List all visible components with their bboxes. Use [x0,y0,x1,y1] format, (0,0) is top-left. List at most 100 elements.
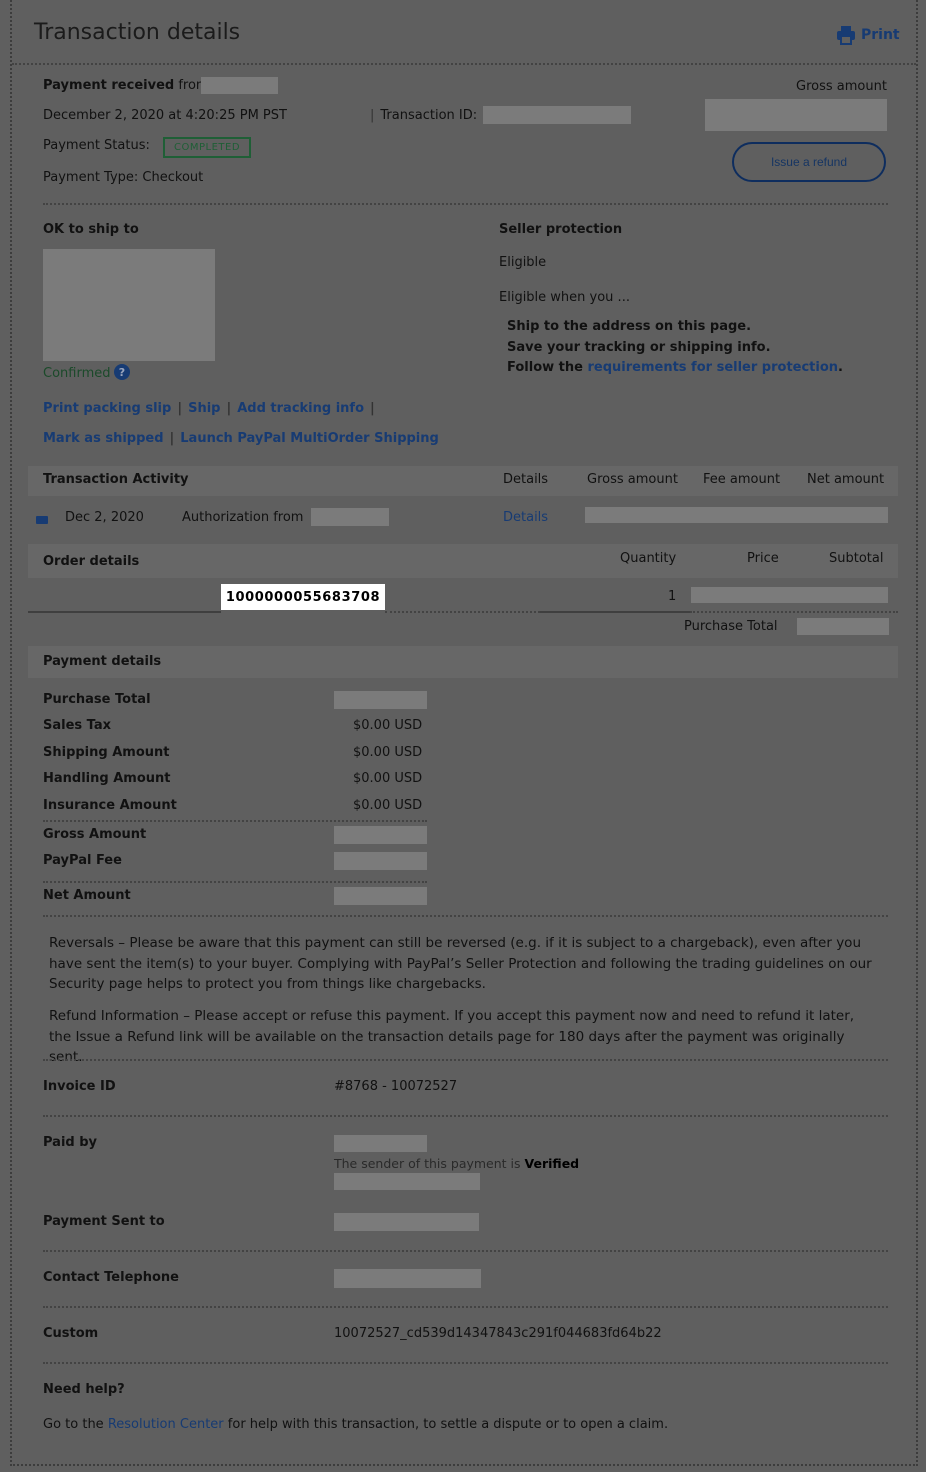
help-text: Go to the Resolution Center for help wit… [43,1417,669,1432]
redacted-pd-net [334,887,427,905]
shipping-actions-row2: Mark as shipped | Launch PayPal MultiOrder… [43,431,439,446]
redacted-activity-amounts [585,507,888,523]
pd-label-insurance: Insurance Amount [43,798,177,813]
payment-status-label: Payment Status: [43,138,150,153]
pd-label-paypal-fee: PayPal Fee [43,853,122,868]
mark-as-shipped-link[interactable]: Mark as shipped [43,431,164,446]
activity-col-net: Net amount [807,472,885,487]
seller-protection-intro: Eligible when you ... [499,290,630,305]
print-packing-slip-link[interactable]: Print packing slip [43,401,171,416]
payment-date: December 2, 2020 at 4:20:25 PM PST [43,108,287,123]
expand-row-icon[interactable] [36,516,48,524]
sent-to-divider [43,1250,888,1252]
launch-multiorder-shipping-link[interactable]: Launch PayPal MultiOrder Shipping [180,431,439,446]
pd-label-sales-tax: Sales Tax [43,718,112,733]
pd-label-net: Net Amount [43,888,131,903]
redacted-order-amounts [691,587,888,603]
redacted-payer-name [334,1135,427,1152]
redacted-transaction-id [483,106,631,124]
print-button[interactable]: Print [836,25,900,45]
notices-top-divider [43,915,888,917]
pd-value-insurance: $0.00 USD [353,798,423,813]
status-badge: COMPLETED [163,137,251,158]
pd-value-shipping: $0.00 USD [353,745,423,760]
pd-divider-2 [43,881,427,883]
pd-label-handling: Handling Amount [43,771,171,786]
pd-label-gross: Gross Amount [43,827,147,842]
print-label: Print [861,27,900,43]
order-col-price: Price [747,551,779,566]
payment-received-label: Payment received [43,78,175,93]
help-icon[interactable]: ? [114,364,130,380]
pd-divider-1 [43,820,427,822]
telephone-divider [43,1306,888,1308]
add-tracking-info-link[interactable]: Add tracking info [237,401,364,416]
resolution-center-link[interactable]: Resolution Center [108,1417,224,1432]
payment-sent-to-label: Payment Sent to [43,1214,165,1229]
invoice-divider [43,1115,888,1117]
seller-protection-status: Eligible [499,255,547,270]
redacted-pd-fee [334,852,427,870]
activity-details-link[interactable]: Details [503,510,548,525]
payment-type: Payment Type: Checkout [43,170,204,185]
seller-protection-title: Seller protection [499,222,623,237]
pd-label-purchase-total: Purchase Total [43,692,151,707]
redacted-purchase-total [797,618,889,635]
order-row-line-right [540,611,690,613]
gross-amount-label: Gross amount [796,79,887,94]
redacted-pd-purchase-total [334,691,427,709]
need-help-title: Need help? [43,1382,125,1397]
redacted-recipient [334,1213,479,1231]
reversals-notice: Reversals – Please be aware that this pa… [49,935,872,992]
custom-divider [43,1362,888,1364]
summary-divider [43,203,888,205]
printer-icon [836,25,856,45]
payment-received-line: Payment received from [43,78,209,93]
redacted-pd-gross [334,826,427,844]
paid-by-label: Paid by [43,1135,98,1150]
seller-protection-item-1: Ship to the address on this page. [507,319,752,334]
transaction-details-frame [10,0,918,1466]
address-confirmed-label: Confirmed [43,366,111,381]
transaction-id-label: | Transaction ID: [370,108,478,123]
redacted-shipping-address [43,249,215,361]
verified-word: Verified [524,1156,580,1171]
pd-value-sales-tax: $0.00 USD [353,718,423,733]
notices-bottom-divider [43,1059,888,1061]
order-row-divider-end [690,611,898,613]
order-details-title: Order details [43,554,140,569]
seller-protection-requirements-link[interactable]: requirements for seller protection [587,360,838,375]
purchase-total-label: Purchase Total [684,619,778,634]
shipping-actions-row1: Print packing slip | Ship | Add tracking inf… [43,401,375,416]
activity-col-details: Details [503,472,549,487]
redacted-sender-name [201,77,278,94]
ship-link[interactable]: Ship [188,401,220,416]
pd-value-handling: $0.00 USD [353,771,423,786]
redacted-gross-amount [705,99,887,131]
custom-label: Custom [43,1326,99,1341]
order-row-line-left [28,611,221,613]
redacted-payer-email [334,1173,480,1190]
seller-protection-item-3: Follow the requirements for seller prote… [507,360,843,375]
transaction-activity-title: Transaction Activity [43,472,189,487]
activity-col-gross: Gross amount [587,472,678,487]
pd-label-shipping: Shipping Amount [43,745,170,760]
invoice-id-label: Invoice ID [43,1079,116,1094]
order-col-quantity: Quantity [620,551,677,566]
invoice-id-value: #8768 - 10072527 [334,1079,458,1094]
page-title: Transaction details [34,20,241,45]
order-row-divider [385,611,540,613]
issue-refund-button[interactable]: Issue a refund [732,142,886,182]
redacted-authorizer [311,508,389,526]
custom-value: 10072527_cd539d14347843c291f044683fd64b2… [334,1326,662,1341]
activity-col-fee: Fee amount [703,472,781,487]
header-divider [12,63,916,65]
verified-status: The sender of this payment is Verified [334,1156,580,1171]
order-col-subtotal: Subtotal [829,551,884,566]
payment-details-title: Payment details [43,654,162,669]
redacted-telephone [334,1269,481,1288]
order-item-quantity: 1 [668,589,677,604]
seller-protection-item-2: Save your tracking or shipping info. [507,340,771,355]
contact-telephone-label: Contact Telephone [43,1270,179,1285]
ok-to-ship-label: OK to ship to [43,222,139,237]
